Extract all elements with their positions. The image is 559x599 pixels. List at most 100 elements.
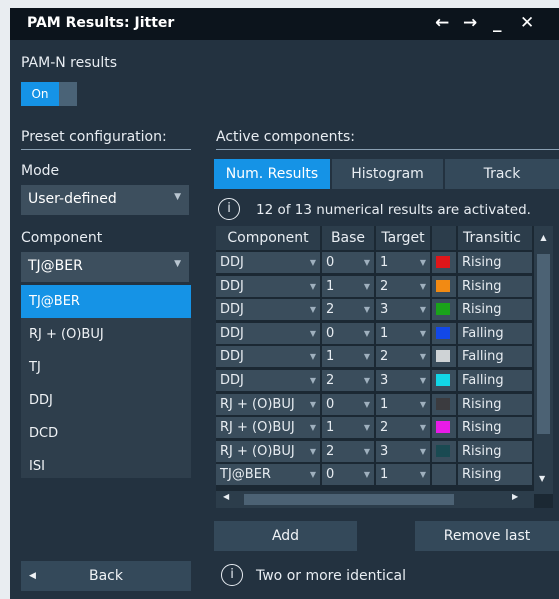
cell-transition[interactable]: Rising [458, 440, 532, 462]
back-button[interactable]: ◀ Back [21, 561, 191, 591]
cell-component[interactable]: DDJ ▼ [216, 299, 320, 321]
chevron-down-icon[interactable]: ▼ [364, 276, 370, 297]
cell-component[interactable]: RJ + (O)BUJ ▼ [216, 393, 320, 415]
cell-target[interactable]: 2 ▼ [376, 417, 430, 439]
chevron-down-icon[interactable]: ▼ [310, 323, 316, 344]
chevron-down-icon[interactable]: ▼ [364, 417, 370, 438]
chevron-down-icon[interactable]: ▼ [420, 417, 426, 438]
cell-base[interactable]: 2 ▼ [322, 370, 374, 391]
cell-target[interactable]: 3 ▼ [376, 370, 430, 391]
cell-color[interactable] [432, 417, 456, 439]
cell-transition[interactable]: Rising [458, 275, 532, 297]
cell-color[interactable] [432, 440, 456, 462]
cell-target[interactable]: 3 ▼ [376, 299, 430, 321]
cell-component[interactable]: DDJ ▼ [216, 252, 320, 273]
color-swatch[interactable] [436, 397, 450, 410]
cell-component[interactable]: DDJ ▼ [216, 370, 320, 391]
cell-target[interactable]: 1 ▼ [376, 322, 430, 344]
color-swatch[interactable] [436, 326, 450, 339]
chevron-down-icon[interactable]: ▼ [420, 394, 426, 415]
cell-target[interactable]: 2 ▼ [376, 346, 430, 368]
close-icon[interactable]: ✕ [520, 13, 534, 33]
mode-dropdown[interactable]: User-defined ▼ [21, 185, 189, 215]
cell-target[interactable]: 3 ▼ [376, 440, 430, 462]
tab-track[interactable]: Track [445, 159, 559, 189]
cell-target[interactable]: 1 ▼ [376, 252, 430, 273]
cell-color[interactable] [432, 299, 456, 321]
tab-num-results[interactable]: Num. Results [214, 159, 330, 189]
scroll-down-icon[interactable]: ▼ [539, 474, 545, 483]
chevron-down-icon[interactable]: ▼ [364, 464, 370, 485]
cell-color[interactable] [432, 393, 456, 415]
chevron-down-icon[interactable]: ▼ [364, 299, 370, 320]
chevron-down-icon[interactable]: ▼ [310, 370, 316, 391]
chevron-down-icon[interactable]: ▼ [420, 441, 426, 462]
chevron-down-icon[interactable]: ▼ [364, 441, 370, 462]
cell-transition[interactable]: Rising [458, 393, 532, 415]
chevron-down-icon[interactable]: ▼ [310, 276, 316, 297]
add-button[interactable]: Add [214, 521, 357, 551]
cell-transition[interactable]: Rising [458, 252, 532, 273]
component-dropdown[interactable]: TJ@BER ▼ [21, 252, 189, 282]
cell-color[interactable] [432, 370, 456, 391]
cell-transition[interactable]: Rising [458, 464, 532, 486]
tab-histogram[interactable]: Histogram [332, 159, 443, 189]
chevron-down-icon[interactable]: ▼ [310, 252, 316, 273]
remove-last-button[interactable]: Remove last [415, 521, 559, 551]
chevron-down-icon[interactable]: ▼ [420, 346, 426, 367]
cell-component[interactable]: TJ@BER ▼ [216, 464, 320, 486]
chevron-down-icon[interactable]: ▼ [310, 464, 316, 485]
component-option[interactable]: TJ [21, 351, 191, 384]
horizontal-scrollbar-thumb[interactable] [244, 494, 454, 505]
arrow-left-icon[interactable]: ← [435, 13, 449, 33]
chevron-down-icon[interactable]: ▼ [364, 394, 370, 415]
cell-color[interactable] [432, 252, 456, 273]
horizontal-scrollbar[interactable]: ◀ ▶ [216, 491, 534, 508]
color-swatch[interactable] [436, 279, 450, 292]
cell-target[interactable]: 1 ▼ [376, 464, 430, 486]
cell-color[interactable] [432, 346, 456, 368]
chevron-down-icon[interactable]: ▼ [420, 370, 426, 391]
cell-base[interactable]: 1 ▼ [322, 346, 374, 368]
cell-target[interactable]: 2 ▼ [376, 275, 430, 297]
chevron-down-icon[interactable]: ▼ [310, 441, 316, 462]
chevron-down-icon[interactable]: ▼ [420, 323, 426, 344]
component-option[interactable]: ISI [21, 450, 191, 483]
cell-base[interactable]: 0 ▼ [322, 252, 374, 273]
chevron-down-icon[interactable]: ▼ [364, 370, 370, 391]
component-option[interactable]: TJ@BER [21, 285, 191, 318]
chevron-down-icon[interactable]: ▼ [310, 394, 316, 415]
chevron-down-icon[interactable]: ▼ [310, 346, 316, 367]
cell-base[interactable]: 2 ▼ [322, 299, 374, 321]
cell-transition[interactable]: Rising [458, 299, 532, 321]
pamn-results-toggle[interactable]: On [21, 82, 77, 106]
arrow-right-icon[interactable]: → [463, 13, 477, 33]
scroll-right-icon[interactable]: ▶ [512, 492, 518, 501]
color-swatch[interactable] [436, 350, 450, 363]
chevron-down-icon[interactable]: ▼ [420, 299, 426, 320]
color-swatch[interactable] [436, 444, 450, 457]
chevron-down-icon[interactable]: ▼ [420, 464, 426, 485]
chevron-down-icon[interactable]: ▼ [310, 299, 316, 320]
cell-component[interactable]: RJ + (O)BUJ ▼ [216, 417, 320, 439]
chevron-down-icon[interactable]: ▼ [364, 323, 370, 344]
component-option[interactable]: DDJ [21, 384, 191, 417]
cell-transition[interactable]: Falling [458, 322, 532, 344]
chevron-down-icon[interactable]: ▼ [420, 252, 426, 273]
cell-base[interactable]: 0 ▼ [322, 393, 374, 415]
color-swatch[interactable] [436, 421, 450, 434]
cell-color[interactable] [432, 275, 456, 297]
chevron-down-icon[interactable]: ▼ [310, 417, 316, 438]
chevron-down-icon[interactable]: ▼ [364, 346, 370, 367]
cell-target[interactable]: 1 ▼ [376, 393, 430, 415]
cell-base[interactable]: 1 ▼ [322, 275, 374, 297]
component-option[interactable]: RJ + (O)BUJ [21, 318, 191, 351]
scroll-left-icon[interactable]: ◀ [223, 492, 229, 501]
cell-color[interactable] [432, 322, 456, 344]
minimize-icon[interactable]: _ [493, 13, 502, 33]
cell-transition[interactable]: Falling [458, 370, 532, 391]
vertical-scrollbar[interactable]: ▼ [534, 250, 553, 494]
cell-component[interactable]: DDJ ▼ [216, 275, 320, 297]
color-swatch[interactable] [436, 303, 450, 316]
cell-base[interactable]: 1 ▼ [322, 417, 374, 439]
